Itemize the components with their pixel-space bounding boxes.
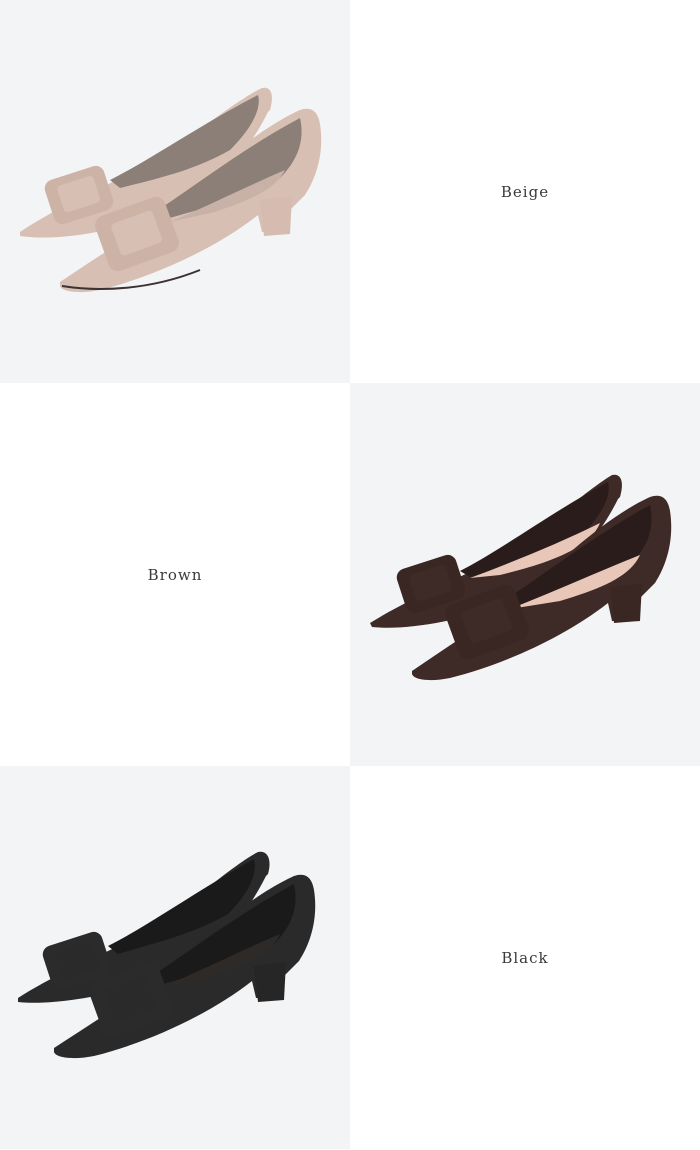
color-label-cell-beige: Beige xyxy=(350,0,700,383)
black-pumps-image xyxy=(18,851,316,1059)
shoe-photo-brown xyxy=(350,383,700,766)
color-label-cell-brown: Brown xyxy=(0,383,350,766)
color-label-brown: Brown xyxy=(147,565,203,584)
beige-pumps-image xyxy=(20,87,322,293)
brown-pumps-image xyxy=(370,474,672,681)
color-label-cell-black: Black xyxy=(350,766,700,1149)
color-label-black: Black xyxy=(501,948,549,967)
shoe-photo-beige xyxy=(0,0,350,383)
shoe-photo-black xyxy=(0,766,350,1149)
color-variants-grid: Beige Brown Black xyxy=(0,0,700,1150)
color-label-beige: Beige xyxy=(500,182,550,201)
